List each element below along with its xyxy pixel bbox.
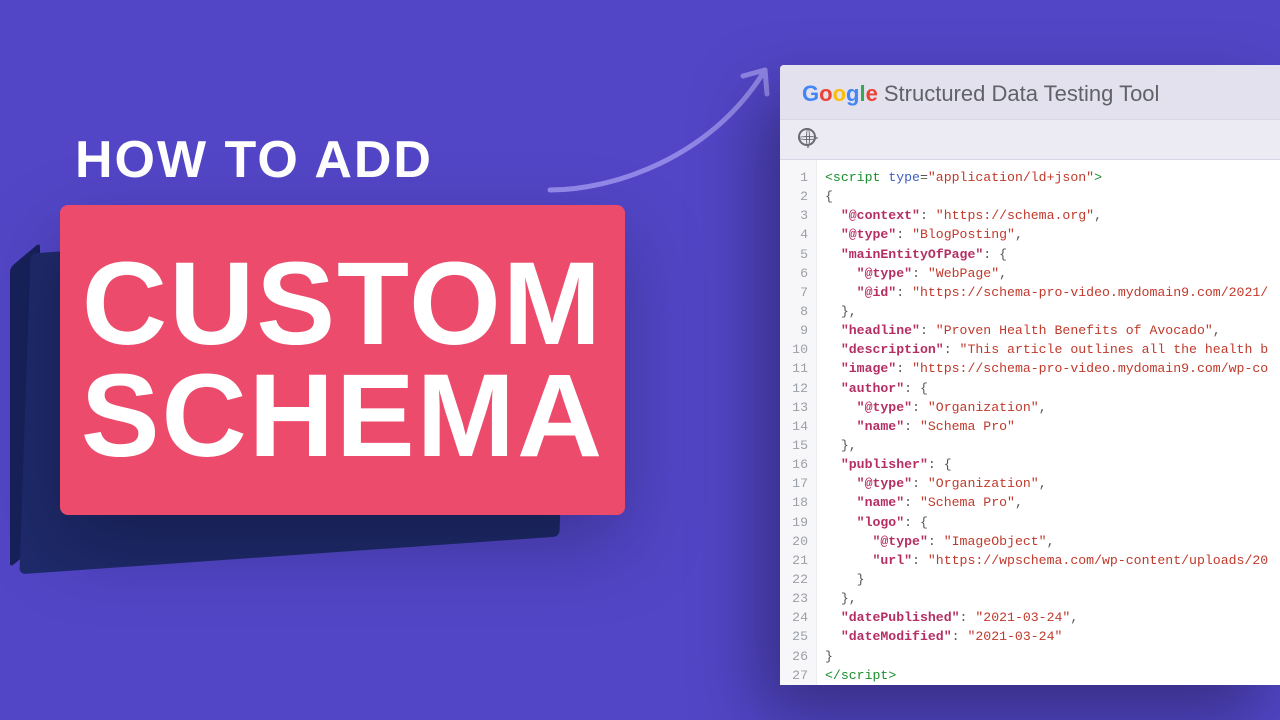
headline-word1: CUSTOM — [82, 248, 603, 360]
google-logo: Google — [802, 81, 878, 107]
code-editor[interactable]: 1234567891011121314151617181920212223242… — [780, 160, 1280, 685]
headline-word2: SCHEMA — [81, 360, 604, 472]
tool-subbar — [780, 119, 1280, 160]
globe-icon — [798, 128, 816, 146]
tool-title: Structured Data Testing Tool — [884, 81, 1160, 107]
headline-card: CUSTOM SCHEMA — [60, 205, 625, 515]
line-gutter: 1234567891011121314151617181920212223242… — [780, 160, 817, 685]
title-line1: HOW TO ADD — [75, 130, 433, 190]
title-block: HOW TO ADD — [75, 130, 433, 190]
code-content: <script type="application/ld+json">{ "@c… — [817, 160, 1268, 685]
tool-header: Google Structured Data Testing Tool — [780, 65, 1280, 119]
arrow-icon — [530, 40, 790, 200]
structured-data-tool-window: Google Structured Data Testing Tool 1234… — [780, 65, 1280, 685]
